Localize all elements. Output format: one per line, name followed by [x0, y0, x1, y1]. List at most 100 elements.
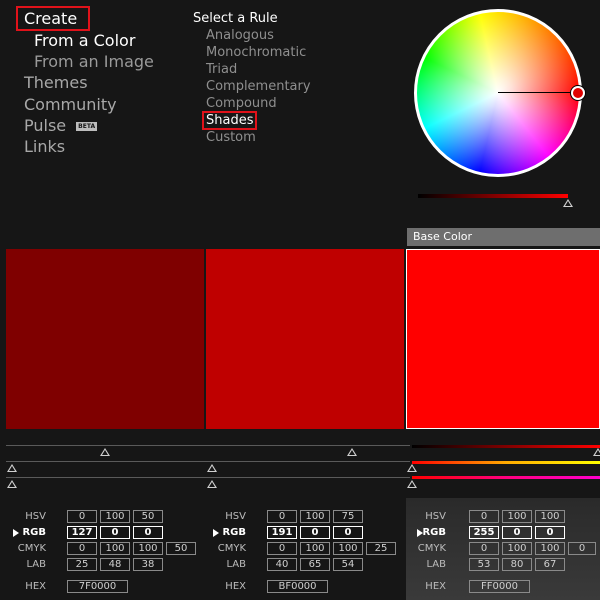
saturation-track[interactable] — [6, 477, 410, 478]
hsv-s-field[interactable]: 100 — [502, 510, 532, 523]
shade-slider-track[interactable] — [6, 445, 410, 446]
rule-complementary[interactable]: Complementary — [206, 79, 311, 95]
rule-shades[interactable]: Shades — [202, 111, 258, 130]
value-gradient-thumb[interactable] — [593, 448, 600, 456]
hex-field[interactable]: FF0000 — [469, 580, 530, 593]
rule-monochromatic[interactable]: Monochromatic — [206, 45, 306, 61]
create-menu[interactable]: Create — [16, 6, 90, 31]
hex-field[interactable]: BF0000 — [267, 580, 328, 593]
cmyk-k-field[interactable]: 25 — [366, 542, 396, 555]
cmyk-y-field[interactable]: 100 — [133, 542, 163, 555]
cmyk-k-field[interactable]: 0 — [568, 542, 596, 555]
saturation-thumb-3[interactable] — [407, 480, 417, 488]
hsv-v-field[interactable]: 50 — [133, 510, 163, 523]
rgb-r-field[interactable]: 191 — [267, 526, 297, 539]
rgb-label: RGB — [222, 527, 246, 538]
value-gradient-bar[interactable] — [412, 445, 600, 448]
hue-gradient-bar[interactable] — [412, 461, 600, 464]
hsv-h-field[interactable]: 0 — [267, 510, 297, 523]
cmyk-m-field[interactable]: 100 — [300, 542, 330, 555]
rgb-r-field[interactable]: 255 — [469, 526, 499, 539]
wheel-handle[interactable] — [571, 86, 585, 100]
rgb-g-field[interactable]: 0 — [502, 526, 532, 539]
hex-field[interactable]: 7F0000 — [67, 580, 128, 593]
hsv-v-field[interactable]: 100 — [535, 510, 565, 523]
cmyk-c-field[interactable]: 0 — [67, 542, 97, 555]
rgb-b-field[interactable]: 0 — [133, 526, 163, 539]
rgb-b-field[interactable]: 0 — [535, 526, 565, 539]
color-values-panel-2: HSV 0 100 75 RGB 191 0 0 CMYK 0 100 100 … — [206, 498, 406, 600]
hex-label: HEX — [25, 581, 46, 592]
hue-thumb-2[interactable] — [207, 464, 217, 472]
beta-badge: BETA — [76, 122, 98, 131]
hsv-s-field[interactable]: 100 — [100, 510, 130, 523]
rule-title: Select a Rule — [193, 11, 278, 26]
lab-b-field[interactable]: 67 — [535, 558, 565, 571]
hue-track[interactable] — [6, 461, 410, 462]
shade-slider-thumb-2[interactable] — [347, 448, 357, 456]
community-link[interactable]: Community — [24, 95, 117, 114]
swatch-2[interactable] — [206, 249, 404, 429]
rgb-b-field[interactable]: 0 — [333, 526, 363, 539]
hsv-h-field[interactable]: 0 — [469, 510, 499, 523]
themes-link[interactable]: Themes — [24, 73, 88, 92]
rule-compound[interactable]: Compound — [206, 96, 277, 112]
color-values-panel-3: HSV 0 100 100 RGB 255 0 0 CMYK 0 100 100… — [406, 498, 600, 600]
hsv-label: HSV — [225, 511, 246, 522]
rgb-r-field[interactable]: 127 — [67, 526, 97, 539]
saturation-thumb-1[interactable] — [7, 480, 17, 488]
lab-a-field[interactable]: 80 — [502, 558, 532, 571]
hsv-label: HSV — [425, 511, 446, 522]
rule-analogous[interactable]: Analogous — [206, 28, 274, 44]
hsv-v-field[interactable]: 75 — [333, 510, 363, 523]
hex-label: HEX — [425, 581, 446, 592]
cmyk-y-field[interactable]: 100 — [535, 542, 565, 555]
hsv-label: HSV — [25, 511, 46, 522]
cmyk-y-field[interactable]: 100 — [333, 542, 363, 555]
from-a-color-link[interactable]: From a Color — [34, 31, 135, 50]
hsv-h-field[interactable]: 0 — [67, 510, 97, 523]
hex-label: HEX — [225, 581, 246, 592]
wheel-pointer-line — [498, 92, 578, 93]
lab-label: LAB — [226, 559, 246, 570]
brightness-slider-thumb[interactable] — [563, 199, 573, 207]
lab-l-field[interactable]: 40 — [267, 558, 297, 571]
cmyk-label: CMYK — [417, 543, 446, 554]
lab-label: LAB — [426, 559, 446, 570]
cmyk-label: CMYK — [17, 543, 46, 554]
cmyk-label: CMYK — [217, 543, 246, 554]
cmyk-k-field[interactable]: 50 — [166, 542, 196, 555]
rgb-label: RGB — [422, 527, 446, 538]
cmyk-c-field[interactable]: 0 — [469, 542, 499, 555]
cmyk-m-field[interactable]: 100 — [502, 542, 532, 555]
from-an-image-link[interactable]: From an Image — [34, 52, 154, 71]
lab-l-field[interactable]: 53 — [469, 558, 499, 571]
lab-b-field[interactable]: 54 — [333, 558, 363, 571]
rule-custom[interactable]: Custom — [206, 130, 256, 146]
rgb-g-field[interactable]: 0 — [100, 526, 130, 539]
cmyk-m-field[interactable]: 100 — [100, 542, 130, 555]
hue-thumb-3[interactable] — [407, 464, 417, 472]
hue-thumb-1[interactable] — [7, 464, 17, 472]
saturation-thumb-2[interactable] — [207, 480, 217, 488]
saturation-gradient-bar[interactable] — [412, 476, 600, 479]
hsv-s-field[interactable]: 100 — [300, 510, 330, 523]
swatch-3-base[interactable] — [406, 249, 600, 429]
lab-l-field[interactable]: 25 — [67, 558, 97, 571]
lab-b-field[interactable]: 38 — [133, 558, 163, 571]
color-wheel[interactable] — [414, 9, 582, 177]
lab-label: LAB — [26, 559, 46, 570]
rgb-label: RGB — [22, 527, 46, 538]
color-values-panel-1: HSV 0 100 50 RGB 127 0 0 CMYK 0 100 100 … — [6, 498, 206, 600]
pulse-link[interactable]: Pulse BETA — [24, 116, 98, 135]
swatch-1[interactable] — [6, 249, 204, 429]
links-link[interactable]: Links — [24, 137, 65, 156]
lab-a-field[interactable]: 65 — [300, 558, 330, 571]
lab-a-field[interactable]: 48 — [100, 558, 130, 571]
rgb-g-field[interactable]: 0 — [300, 526, 330, 539]
shade-slider-thumb-1[interactable] — [100, 448, 110, 456]
rule-triad[interactable]: Triad — [206, 62, 237, 78]
base-color-tab: Base Color — [407, 228, 600, 246]
cmyk-c-field[interactable]: 0 — [267, 542, 297, 555]
brightness-slider[interactable] — [418, 194, 568, 198]
